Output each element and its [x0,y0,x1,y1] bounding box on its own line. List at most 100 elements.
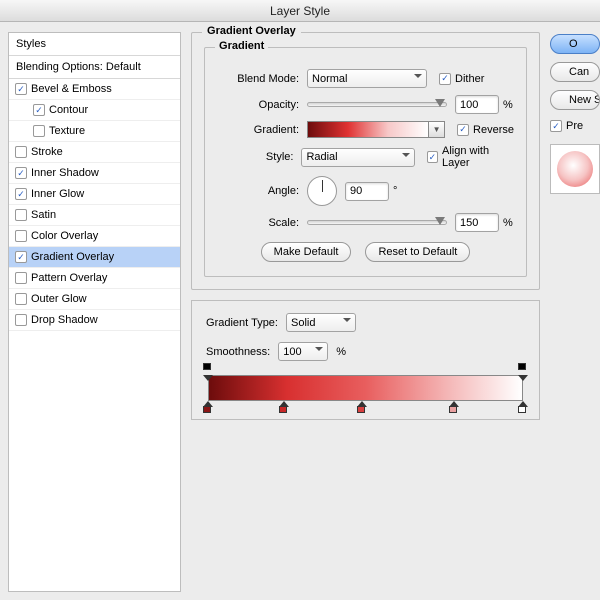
checkmark-icon [439,73,451,85]
style-label: Contour [49,104,88,116]
angle-label: Angle: [217,185,299,197]
style-item-inner-glow[interactable]: Inner Glow [9,184,180,205]
sidebar-heading-styles[interactable]: Styles [9,33,180,56]
checkmark-icon [427,151,438,163]
style-label: Stroke [31,146,63,158]
align-checkbox[interactable]: Align with Layer [427,145,514,169]
style-item-gradient-overlay[interactable]: Gradient Overlay [9,247,180,268]
percent-label: % [503,217,513,229]
gradient-dropdown-icon[interactable]: ▼ [429,121,445,138]
style-item-contour[interactable]: Contour [9,100,180,121]
style-checkbox[interactable] [15,83,27,95]
degree-label: ° [393,185,397,197]
gradient-type-select[interactable]: Solid [286,313,356,332]
make-default-button[interactable]: Make Default [261,242,352,262]
opacity-slider[interactable] [307,102,447,107]
color-stop[interactable] [357,401,367,413]
color-stop[interactable] [449,401,459,413]
style-label: Pattern Overlay [31,272,107,284]
style-checkbox[interactable] [15,188,27,200]
angle-dial[interactable] [307,176,337,206]
style-item-pattern-overlay[interactable]: Pattern Overlay [9,268,180,289]
percent-label: % [336,346,346,358]
style-item-texture[interactable]: Texture [9,121,180,142]
opacity-input[interactable]: 100 [455,95,499,114]
style-label: Color Overlay [31,230,98,242]
reverse-checkbox[interactable]: Reverse [457,124,514,136]
dither-label: Dither [455,73,484,85]
style-item-color-overlay[interactable]: Color Overlay [9,226,180,247]
ok-button[interactable]: O [550,34,600,54]
checkmark-icon [550,120,562,132]
style-checkbox[interactable] [15,251,27,263]
preview-swatch-box [550,144,600,194]
smoothness-input[interactable]: 100 [278,342,328,361]
style-checkbox[interactable] [15,146,27,158]
preview-swatch [557,151,593,187]
style-item-drop-shadow[interactable]: Drop Shadow [9,310,180,331]
color-stop[interactable] [518,401,528,413]
scale-label: Scale: [217,217,299,229]
style-label: Bevel & Emboss [31,83,112,95]
style-item-inner-shadow[interactable]: Inner Shadow [9,163,180,184]
opacity-stop[interactable] [518,363,528,375]
checkmark-icon [457,124,469,136]
group-title: Gradient Overlay [202,25,301,37]
color-stop[interactable] [203,401,213,413]
style-item-outer-glow[interactable]: Outer Glow [9,289,180,310]
app-body: Styles Blending Options: Default Bevel &… [0,22,600,592]
styles-sidebar: Styles Blending Options: Default Bevel &… [8,32,181,592]
scale-input[interactable]: 150 [455,213,499,232]
subgroup-title: Gradient [215,40,268,52]
style-label: Outer Glow [31,293,87,305]
style-checkbox[interactable] [15,293,27,305]
style-checkbox[interactable] [15,167,27,179]
style-select[interactable]: Radial [301,148,414,167]
style-checkbox[interactable] [15,209,27,221]
style-item-bevel-emboss[interactable]: Bevel & Emboss [9,79,180,100]
gradient-type-label: Gradient Type: [206,317,278,329]
reset-default-button[interactable]: Reset to Default [365,242,470,262]
gradient-bar-container [208,375,523,401]
style-checkbox[interactable] [33,125,45,137]
style-checkbox[interactable] [15,230,27,242]
style-item-stroke[interactable]: Stroke [9,142,180,163]
style-label: Inner Shadow [31,167,99,179]
main-panel: Gradient Overlay Gradient Blend Mode: No… [191,32,540,592]
style-label: Gradient Overlay [31,251,114,263]
blend-mode-label: Blend Mode: [217,73,299,85]
style-label: Drop Shadow [31,314,98,326]
angle-input[interactable]: 90 [345,182,389,201]
reverse-label: Reverse [473,124,514,136]
percent-label: % [503,99,513,111]
opacity-label: Opacity: [217,99,299,111]
smoothness-label: Smoothness: [206,346,270,358]
style-item-satin[interactable]: Satin [9,205,180,226]
align-label: Align with Layer [442,145,514,169]
action-buttons-column: O Can New S Pre [550,32,600,592]
preview-checkbox[interactable]: Pre [550,120,600,132]
style-label: Texture [49,125,85,137]
sidebar-heading-blending[interactable]: Blending Options: Default [9,56,180,79]
dither-checkbox[interactable]: Dither [439,73,484,85]
gradient-subgroup: Gradient Blend Mode: Normal Dither Opaci… [204,47,527,277]
gradient-editor-group: Gradient Type: Solid Smoothness: 100 % [191,300,540,420]
window-title: Layer Style [0,0,600,22]
scale-slider[interactable] [307,220,447,225]
style-checkbox[interactable] [15,272,27,284]
gradient-label: Gradient: [217,124,299,136]
style-checkbox[interactable] [15,314,27,326]
style-label: Style: [217,151,293,163]
gradient-preview[interactable] [307,121,429,138]
blend-mode-select[interactable]: Normal [307,69,427,88]
gradient-overlay-group: Gradient Overlay Gradient Blend Mode: No… [191,32,540,290]
gradient-bar[interactable] [208,375,523,401]
opacity-stop[interactable] [203,363,213,375]
style-label: Inner Glow [31,188,84,200]
preview-label: Pre [566,120,583,132]
cancel-button[interactable]: Can [550,62,600,82]
style-checkbox[interactable] [33,104,45,116]
color-stop[interactable] [279,401,289,413]
new-style-button[interactable]: New S [550,90,600,110]
style-label: Satin [31,209,56,221]
